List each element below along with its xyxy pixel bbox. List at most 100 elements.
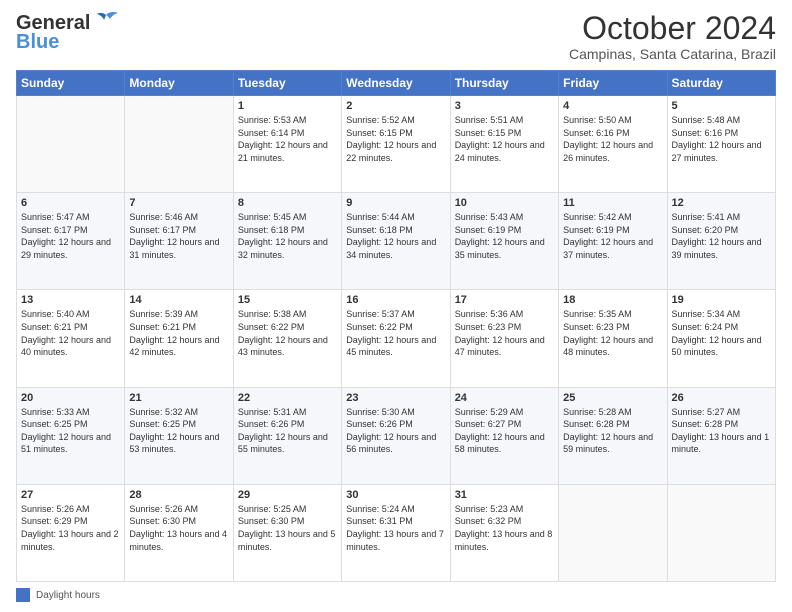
calendar-cell: 31 Sunrise: 5:23 AMSunset: 6:32 PMDayligh… bbox=[450, 484, 558, 581]
logo-bird-icon bbox=[92, 11, 120, 33]
day-info: Sunrise: 5:48 AMSunset: 6:16 PMDaylight:… bbox=[672, 114, 771, 164]
calendar-cell: 18Sunrise: 5:35 AMSunset: 6:23 PMDayligh… bbox=[559, 290, 667, 387]
day-info: Sunrise: 5:43 AMSunset: 6:19 PMDaylight:… bbox=[455, 211, 554, 261]
day-number: 9 bbox=[346, 197, 445, 209]
calendar-cell: 2 Sunrise: 5:52 AMSunset: 6:15 PMDaylight… bbox=[342, 96, 450, 193]
calendar-day-header: Sunday bbox=[17, 71, 125, 96]
calendar-cell: 6 Sunrise: 5:47 AMSunset: 6:17 PMDaylight… bbox=[17, 193, 125, 290]
day-info: Sunrise: 5:51 AMSunset: 6:15 PMDaylight:… bbox=[455, 114, 554, 164]
day-info: Sunrise: 5:26 AMSunset: 6:30 PMDaylight:… bbox=[129, 503, 228, 553]
day-number: 27 bbox=[21, 489, 120, 501]
location: Campinas, Santa Catarina, Brazil bbox=[569, 46, 776, 62]
calendar-cell: 17Sunrise: 5:36 AMSunset: 6:23 PMDayligh… bbox=[450, 290, 558, 387]
calendar-cell: 12 Sunrise: 5:41 AMSunset: 6:20 PMDayligh… bbox=[667, 193, 775, 290]
calendar-week-row: 13 Sunrise: 5:40 AMSunset: 6:21 PMDayligh… bbox=[17, 290, 776, 387]
calendar-cell: 4 Sunrise: 5:50 AMSunset: 6:16 PMDaylight… bbox=[559, 96, 667, 193]
calendar-cell: 24 Sunrise: 5:29 AMSunset: 6:27 PMDayligh… bbox=[450, 387, 558, 484]
day-info: Sunrise: 5:31 AMSunset: 6:26 PMDaylight:… bbox=[238, 406, 337, 456]
calendar-cell bbox=[559, 484, 667, 581]
day-info: Sunrise: 5:25 AMSunset: 6:30 PMDaylight:… bbox=[238, 503, 337, 553]
calendar-cell: 15Sunrise: 5:38 AMSunset: 6:22 PMDayligh… bbox=[233, 290, 341, 387]
header: General Blue October 2024 Campinas, Sant… bbox=[16, 12, 776, 62]
day-number: 30 bbox=[346, 489, 445, 501]
calendar-day-header: Wednesday bbox=[342, 71, 450, 96]
day-info: Sunrise: 5:52 AMSunset: 6:15 PMDaylight:… bbox=[346, 114, 445, 164]
calendar-cell: 13 Sunrise: 5:40 AMSunset: 6:21 PMDayligh… bbox=[17, 290, 125, 387]
calendar-cell: 25Sunrise: 5:28 AMSunset: 6:28 PMDayligh… bbox=[559, 387, 667, 484]
day-number: 24 bbox=[455, 392, 554, 404]
day-number: 19 bbox=[672, 294, 771, 306]
day-number: 23 bbox=[346, 392, 445, 404]
calendar-cell: 20 Sunrise: 5:33 AMSunset: 6:25 PMDayligh… bbox=[17, 387, 125, 484]
day-info: Sunrise: 5:47 AMSunset: 6:17 PMDaylight:… bbox=[21, 211, 120, 261]
calendar-cell bbox=[17, 96, 125, 193]
day-number: 3 bbox=[455, 100, 554, 112]
calendar-day-header: Friday bbox=[559, 71, 667, 96]
page: General Blue October 2024 Campinas, Sant… bbox=[0, 0, 792, 612]
day-number: 22 bbox=[238, 392, 337, 404]
calendar-cell: 22 Sunrise: 5:31 AMSunset: 6:26 PMDayligh… bbox=[233, 387, 341, 484]
day-info: Sunrise: 5:53 AMSunset: 6:14 PMDaylight:… bbox=[238, 114, 337, 164]
legend-label: Daylight hours bbox=[36, 590, 100, 601]
day-number: 12 bbox=[672, 197, 771, 209]
calendar-week-row: 1 Sunrise: 5:53 AMSunset: 6:14 PMDaylight… bbox=[17, 96, 776, 193]
day-number: 4 bbox=[563, 100, 662, 112]
day-info: Sunrise: 5:46 AMSunset: 6:17 PMDaylight:… bbox=[129, 211, 228, 261]
day-info: Sunrise: 5:41 AMSunset: 6:20 PMDaylight:… bbox=[672, 211, 771, 261]
day-number: 2 bbox=[346, 100, 445, 112]
day-number: 10 bbox=[455, 197, 554, 209]
day-number: 1 bbox=[238, 100, 337, 112]
calendar-cell: 7 Sunrise: 5:46 AMSunset: 6:17 PMDaylight… bbox=[125, 193, 233, 290]
calendar-day-header: Monday bbox=[125, 71, 233, 96]
month-title: October 2024 bbox=[569, 12, 776, 44]
calendar-cell: 19 Sunrise: 5:34 AMSunset: 6:24 PMDayligh… bbox=[667, 290, 775, 387]
day-info: Sunrise: 5:42 AMSunset: 6:19 PMDaylight:… bbox=[563, 211, 662, 261]
day-info: Sunrise: 5:38 AMSunset: 6:22 PMDaylight:… bbox=[238, 308, 337, 358]
day-number: 13 bbox=[21, 294, 120, 306]
calendar-cell: 27 Sunrise: 5:26 AMSunset: 6:29 PMDayligh… bbox=[17, 484, 125, 581]
title-section: October 2024 Campinas, Santa Catarina, B… bbox=[569, 12, 776, 62]
day-info: Sunrise: 5:27 AMSunset: 6:28 PMDaylight:… bbox=[672, 406, 771, 456]
day-info: Sunrise: 5:44 AMSunset: 6:18 PMDaylight:… bbox=[346, 211, 445, 261]
day-info: Sunrise: 5:26 AMSunset: 6:29 PMDaylight:… bbox=[21, 503, 120, 553]
footer: Daylight hours bbox=[16, 588, 776, 602]
calendar-cell: 10 Sunrise: 5:43 AMSunset: 6:19 PMDayligh… bbox=[450, 193, 558, 290]
calendar-table: SundayMondayTuesdayWednesdayThursdayFrid… bbox=[16, 70, 776, 582]
calendar-cell: 14 Sunrise: 5:39 AMSunset: 6:21 PMDayligh… bbox=[125, 290, 233, 387]
calendar-cell: 8 Sunrise: 5:45 AMSunset: 6:18 PMDaylight… bbox=[233, 193, 341, 290]
day-info: Sunrise: 5:40 AMSunset: 6:21 PMDaylight:… bbox=[21, 308, 120, 358]
calendar-cell: 26 Sunrise: 5:27 AMSunset: 6:28 PMDayligh… bbox=[667, 387, 775, 484]
calendar-week-row: 27 Sunrise: 5:26 AMSunset: 6:29 PMDayligh… bbox=[17, 484, 776, 581]
calendar-cell bbox=[667, 484, 775, 581]
day-info: Sunrise: 5:34 AMSunset: 6:24 PMDaylight:… bbox=[672, 308, 771, 358]
day-number: 29 bbox=[238, 489, 337, 501]
day-info: Sunrise: 5:45 AMSunset: 6:18 PMDaylight:… bbox=[238, 211, 337, 261]
day-info: Sunrise: 5:37 AMSunset: 6:22 PMDaylight:… bbox=[346, 308, 445, 358]
day-number: 7 bbox=[129, 197, 228, 209]
day-number: 14 bbox=[129, 294, 228, 306]
calendar-cell: 9 Sunrise: 5:44 AMSunset: 6:18 PMDaylight… bbox=[342, 193, 450, 290]
calendar-cell: 21Sunrise: 5:32 AMSunset: 6:25 PMDayligh… bbox=[125, 387, 233, 484]
day-info: Sunrise: 5:23 AMSunset: 6:32 PMDaylight:… bbox=[455, 503, 554, 553]
calendar-week-row: 20 Sunrise: 5:33 AMSunset: 6:25 PMDayligh… bbox=[17, 387, 776, 484]
logo: General Blue bbox=[16, 12, 120, 54]
day-info: Sunrise: 5:29 AMSunset: 6:27 PMDaylight:… bbox=[455, 406, 554, 456]
calendar-day-header: Thursday bbox=[450, 71, 558, 96]
legend-box bbox=[16, 588, 30, 602]
day-info: Sunrise: 5:33 AMSunset: 6:25 PMDaylight:… bbox=[21, 406, 120, 456]
calendar-cell: 11 Sunrise: 5:42 AMSunset: 6:19 PMDayligh… bbox=[559, 193, 667, 290]
calendar-cell: 23Sunrise: 5:30 AMSunset: 6:26 PMDayligh… bbox=[342, 387, 450, 484]
day-number: 6 bbox=[21, 197, 120, 209]
day-info: Sunrise: 5:36 AMSunset: 6:23 PMDaylight:… bbox=[455, 308, 554, 358]
day-number: 11 bbox=[563, 197, 662, 209]
day-number: 26 bbox=[672, 392, 771, 404]
day-info: Sunrise: 5:35 AMSunset: 6:23 PMDaylight:… bbox=[563, 308, 662, 358]
day-info: Sunrise: 5:50 AMSunset: 6:16 PMDaylight:… bbox=[563, 114, 662, 164]
day-number: 31 bbox=[455, 489, 554, 501]
day-number: 5 bbox=[672, 100, 771, 112]
calendar-cell: 28Sunrise: 5:26 AMSunset: 6:30 PMDayligh… bbox=[125, 484, 233, 581]
day-info: Sunrise: 5:39 AMSunset: 6:21 PMDaylight:… bbox=[129, 308, 228, 358]
calendar-cell: 29 Sunrise: 5:25 AMSunset: 6:30 PMDayligh… bbox=[233, 484, 341, 581]
day-number: 8 bbox=[238, 197, 337, 209]
day-number: 20 bbox=[21, 392, 120, 404]
